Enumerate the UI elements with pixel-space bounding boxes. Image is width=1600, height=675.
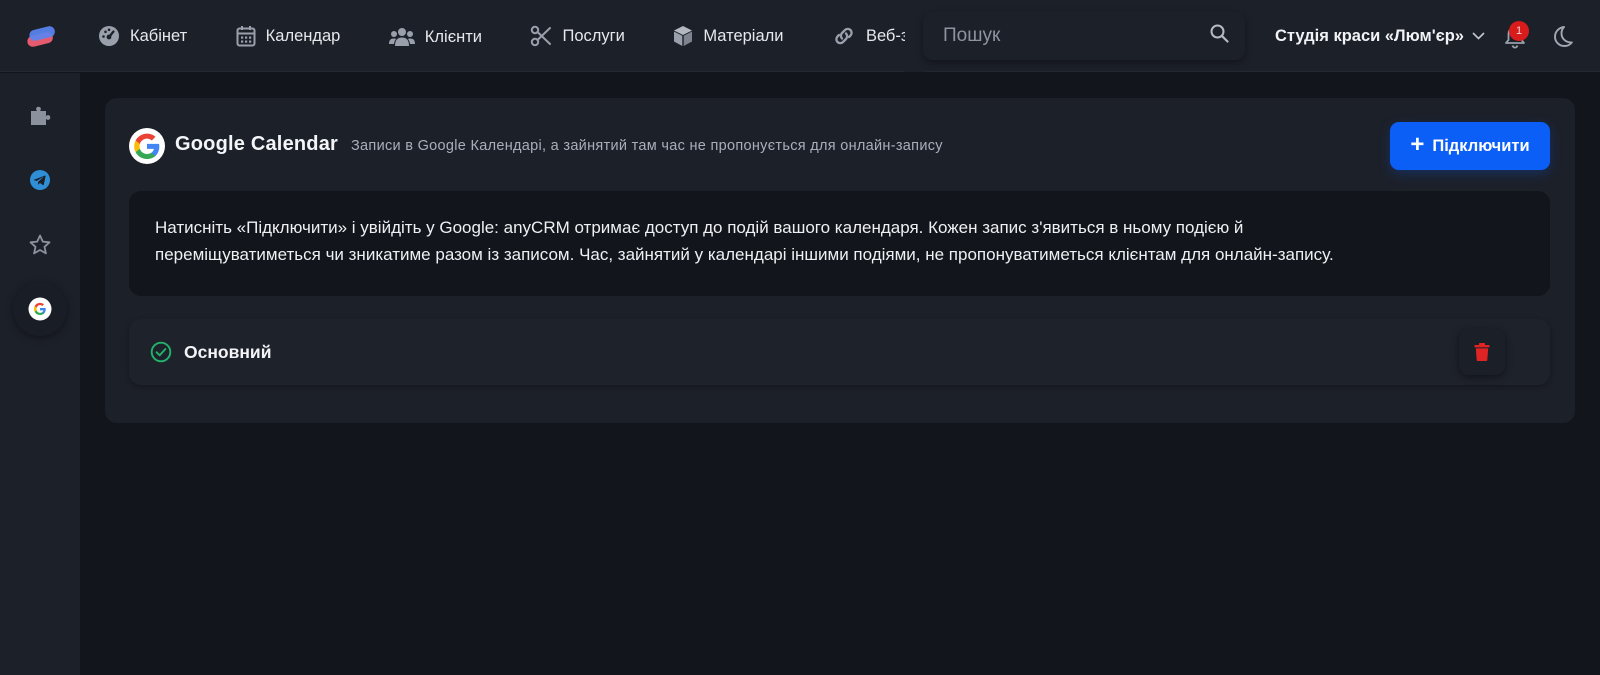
nav-overflow-mask	[905, 0, 925, 72]
sidebar	[0, 73, 80, 675]
dashboard-icon	[99, 26, 119, 46]
nav-item-calendar[interactable]: Календар	[236, 0, 341, 72]
link-icon	[835, 27, 853, 45]
studio-selector[interactable]: Студія краси «Люм'єр»	[1275, 0, 1485, 72]
integration-title: Google Calendar	[175, 133, 339, 155]
sidebar-item-telegram[interactable]	[13, 153, 67, 207]
nav-item-clients[interactable]: Клієнти	[388, 1, 483, 72]
nav-label: Календар	[265, 26, 341, 45]
studio-name: Студія краси «Люм'єр»	[1275, 26, 1464, 45]
google-logo-icon	[129, 128, 165, 164]
scissors-icon	[531, 25, 552, 47]
connect-label: Підключити	[1432, 136, 1530, 155]
connect-button[interactable]: + Підключити	[1390, 122, 1550, 170]
calendar-row: Основний	[129, 319, 1550, 385]
app-logo-icon[interactable]	[24, 22, 58, 50]
nav-item-services[interactable]: Послуги	[530, 0, 625, 72]
nav-item-cabinet[interactable]: Кабінет	[98, 0, 187, 72]
sidebar-item-favorites[interactable]	[13, 218, 67, 272]
nav-label: Послуги	[562, 26, 625, 45]
nav-label: Клієнти	[424, 27, 483, 46]
search-input[interactable]	[943, 22, 1193, 50]
delete-calendar-button[interactable]	[1459, 329, 1505, 375]
box-icon	[674, 26, 693, 46]
nav-label: Кабінет	[130, 26, 188, 45]
google-calendar-card: Google Calendar Записи в Google Календар…	[105, 98, 1575, 423]
integration-subtitle: Записи в Google Календарі, а зайнятий та…	[351, 138, 943, 154]
nav-label: Матеріали	[703, 26, 784, 45]
search-icon[interactable]	[1210, 24, 1229, 43]
info-text-line-2: переміщуватиметься чи зникатиме разом із…	[155, 245, 1334, 264]
star-icon	[29, 234, 51, 255]
notification-badge: 1	[1509, 21, 1529, 41]
info-box: Натисніть «Підключити» і увійдіть у Goog…	[129, 191, 1550, 296]
nav-item-materials[interactable]: Матеріали	[673, 0, 783, 72]
info-text-line-1: Натисніть «Підключити» і увійдіть у Goog…	[155, 218, 1244, 237]
users-icon	[388, 28, 415, 46]
moon-icon[interactable]	[1551, 25, 1573, 47]
calendar-name: Основний	[184, 342, 272, 362]
trash-icon	[1474, 343, 1490, 361]
telegram-icon	[30, 170, 50, 190]
check-circle-icon	[150, 341, 172, 363]
sidebar-item-integrations[interactable]	[13, 89, 67, 143]
top-bar: Кабінет Календар Клієнти Послуги Матеріа…	[0, 0, 1600, 72]
chevron-down-icon	[1472, 32, 1485, 40]
calendar-icon	[236, 26, 256, 47]
google-icon	[28, 297, 52, 321]
search-box	[923, 12, 1245, 60]
sidebar-item-google[interactable]	[13, 282, 67, 336]
plus-icon: +	[1410, 131, 1425, 158]
puzzle-icon	[31, 106, 51, 125]
main-nav: Кабінет Календар Клієнти Послуги Матеріа…	[84, 0, 924, 72]
